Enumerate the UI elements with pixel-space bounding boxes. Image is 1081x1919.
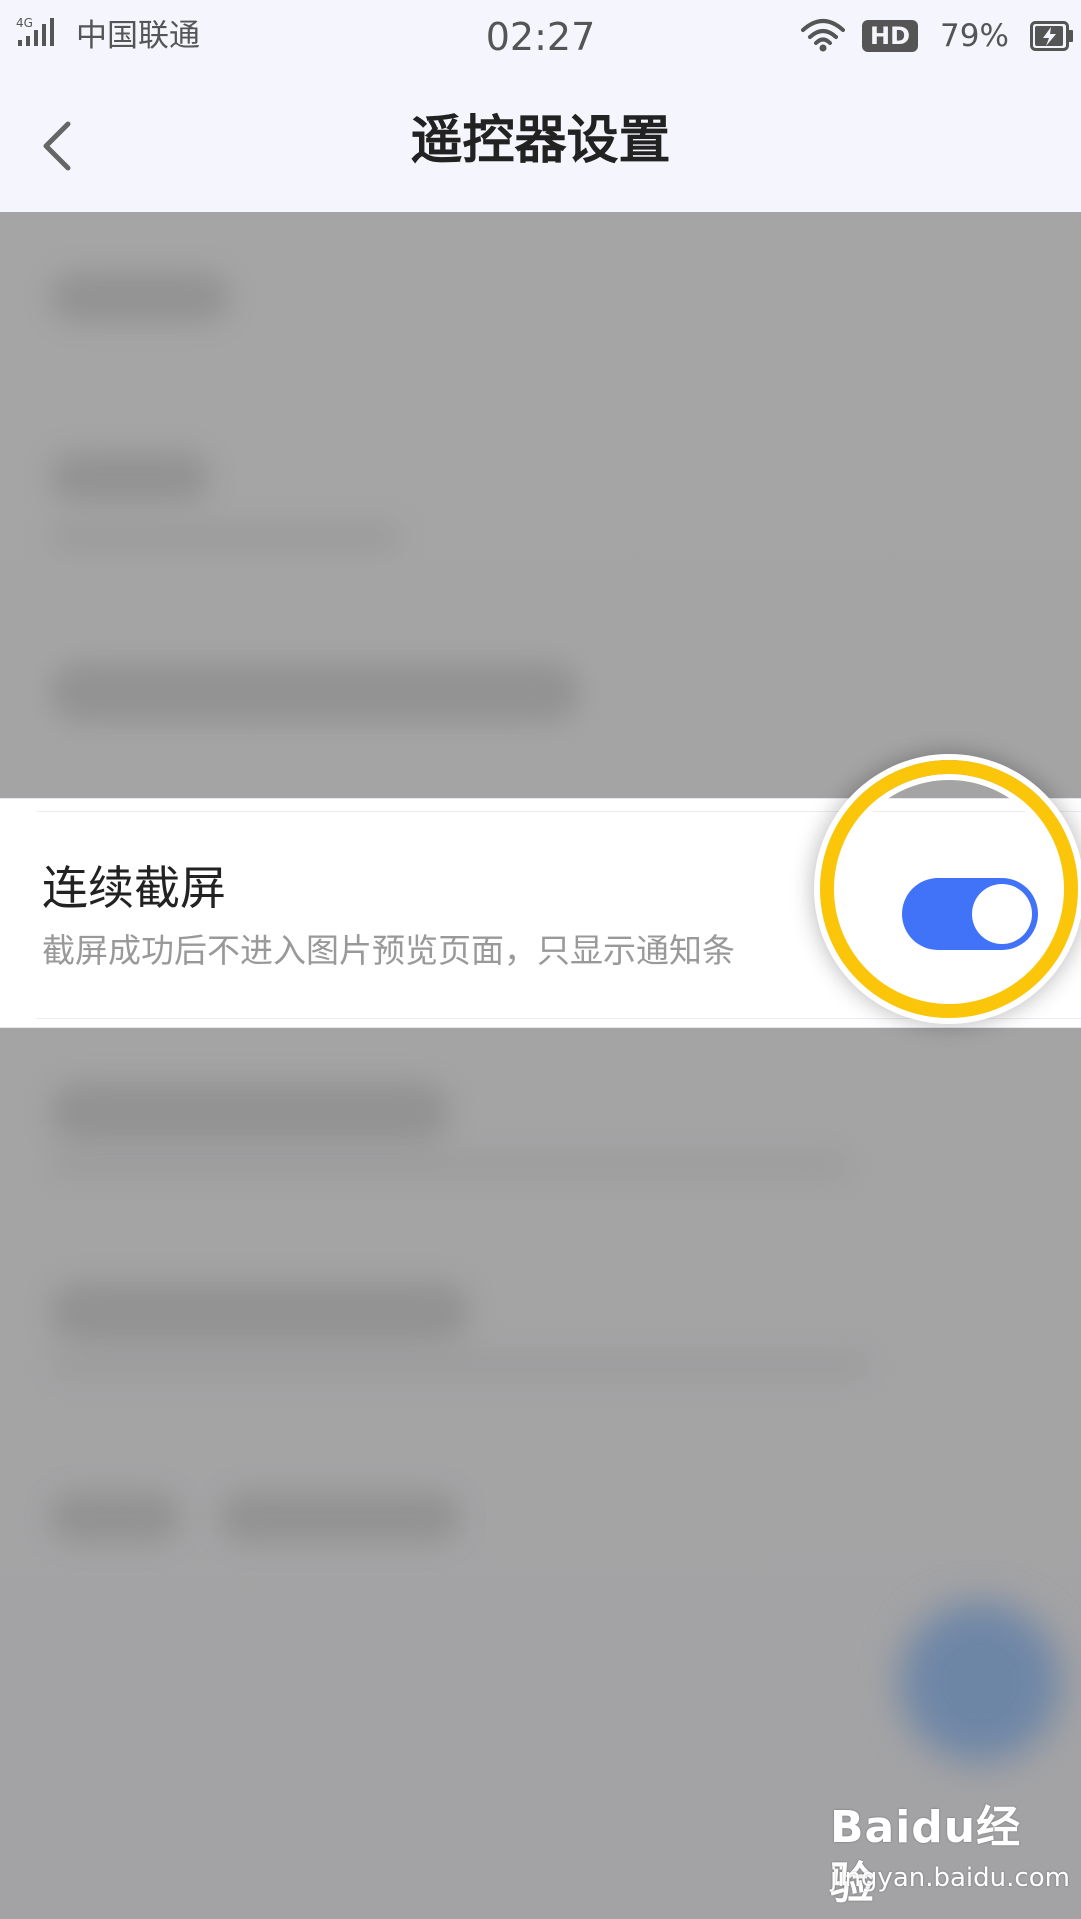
watermark-url: jingyan.baidu.com bbox=[830, 1863, 1070, 1893]
blurred-item bbox=[50, 1492, 180, 1542]
blurred-item bbox=[50, 522, 400, 552]
battery-charging-icon bbox=[1030, 21, 1073, 51]
watermark: Baidu经验 jingyan.baidu.com bbox=[826, 1800, 1070, 1910]
blurred-item bbox=[50, 1152, 850, 1178]
blurred-item bbox=[50, 1082, 450, 1142]
app-header: 遥控器设置 bbox=[0, 76, 1081, 212]
blurred-item bbox=[50, 662, 580, 722]
page-title: 遥控器设置 bbox=[410, 111, 671, 171]
battery-percent: 79% bbox=[940, 18, 1009, 54]
blurred-fab bbox=[900, 1602, 1060, 1762]
divider bbox=[36, 811, 1081, 812]
blurred-item bbox=[50, 452, 210, 502]
screen: 4G 中国联通 02:27 HD 79% 遥控器设置 连续截屏 截屏成功后不进入… bbox=[0, 0, 1081, 1919]
status-bar: 4G 中国联通 02:27 HD 79% bbox=[0, 0, 1081, 76]
clock: 02:27 bbox=[485, 15, 596, 59]
hd-badge: HD bbox=[862, 20, 918, 52]
blurred-item bbox=[50, 272, 230, 322]
blurred-item bbox=[50, 1352, 870, 1378]
toggle-knob bbox=[972, 884, 1032, 944]
blurred-item bbox=[50, 1282, 470, 1342]
continuous-screenshot-toggle[interactable] bbox=[902, 878, 1038, 950]
baidu-jingyan-logo: Baidu经验 bbox=[830, 1802, 1022, 1909]
dimmed-settings-list bbox=[0, 212, 1081, 1919]
divider bbox=[36, 1018, 1081, 1019]
blurred-item bbox=[220, 1492, 460, 1542]
wifi-icon bbox=[801, 19, 845, 52]
setting-title: 连续截屏 bbox=[42, 861, 226, 915]
setting-description: 截屏成功后不进入图片预览页面，只显示通知条 bbox=[42, 931, 735, 970]
